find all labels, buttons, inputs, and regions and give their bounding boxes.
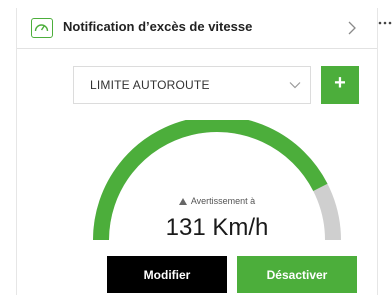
warning-icon — [178, 198, 187, 205]
card-title: Notification d’excès de vitesse — [63, 19, 253, 34]
disable-button[interactable]: Désactiver — [237, 256, 357, 293]
add-limit-button[interactable]: + — [321, 66, 359, 104]
speedometer-icon — [31, 18, 53, 38]
gauge-caption: Avertissement à — [137, 196, 297, 206]
chevron-down-icon — [289, 82, 301, 89]
chevron-right-icon[interactable] — [345, 19, 359, 37]
card-header[interactable]: Notification d’excès de vitesse — [17, 8, 377, 49]
app-frame: Notification d’excès de vitesse LIMITE A… — [0, 0, 392, 295]
speed-notification-card: Notification d’excès de vitesse LIMITE A… — [16, 8, 378, 295]
gauge-speed-value: 131 Km/h — [165, 214, 269, 241]
more-dots-icon[interactable] — [378, 20, 392, 26]
speed-limit-select-value: LIMITE AUTOROUTE — [90, 78, 210, 92]
gauge-caption-text: Avertissement à — [190, 196, 256, 206]
modify-button[interactable]: Modifier — [107, 256, 227, 293]
add-limit-label: + — [334, 72, 346, 94]
speed-limit-select[interactable]: LIMITE AUTOROUTE — [73, 66, 311, 104]
